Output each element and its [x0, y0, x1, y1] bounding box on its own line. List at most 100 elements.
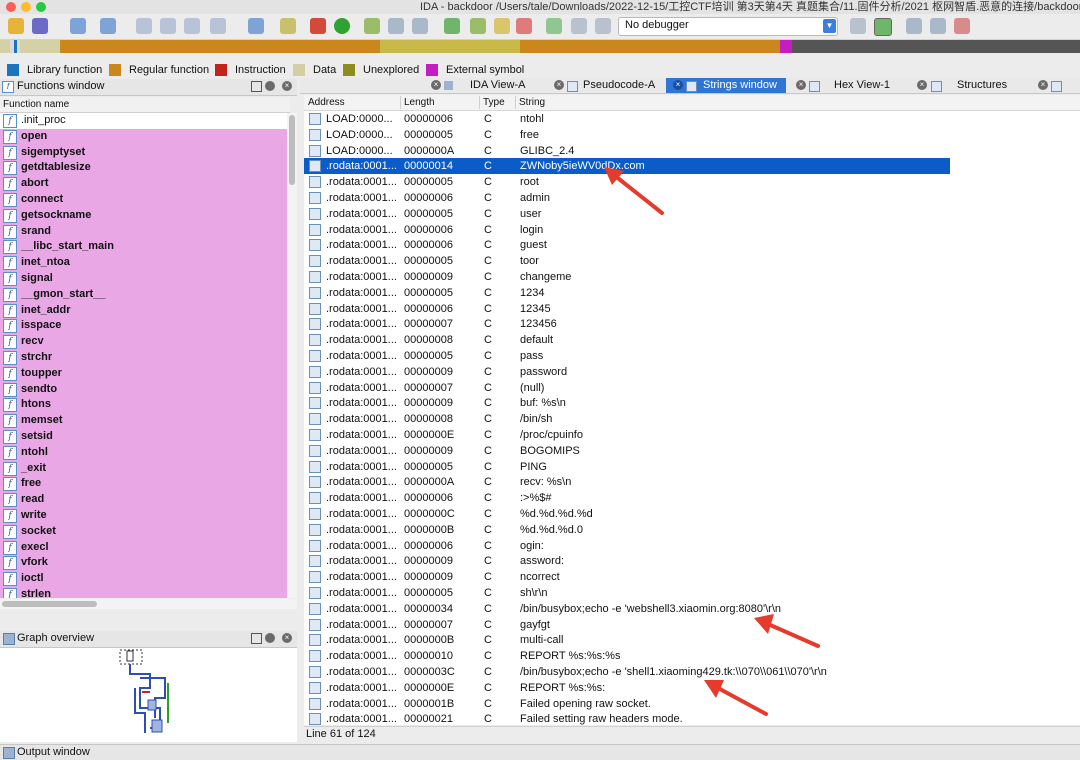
- function-row[interactable]: f free: [0, 476, 287, 493]
- tab-hex-view-1[interactable]: Hex View-1: [808, 78, 908, 93]
- text-icon[interactable]: [412, 18, 428, 34]
- tab-close-icon[interactable]: ×: [554, 80, 564, 90]
- string-row[interactable]: .rodata:0001... 00000009 Cncorrect: [304, 569, 950, 585]
- green-dot-icon[interactable]: [334, 18, 350, 34]
- function-row[interactable]: f ioctl: [0, 571, 287, 588]
- functions-horizontal-scrollbar[interactable]: [0, 599, 297, 609]
- forward-arrow-icon[interactable]: [100, 18, 116, 34]
- options-icon[interactable]: [906, 18, 922, 34]
- string-row[interactable]: .rodata:0001... 0000000A Crecv: %s\n: [304, 474, 950, 490]
- string-row[interactable]: .rodata:0001... 0000000C C %d.%d.%d.%d: [304, 506, 950, 522]
- open-file-icon[interactable]: [8, 18, 24, 34]
- function-row[interactable]: f htons: [0, 397, 287, 414]
- functions-vertical-scrollbar[interactable]: [287, 113, 297, 598]
- string-row[interactable]: .rodata:0001... 0000000B Cmulti-call: [304, 632, 950, 648]
- attach-icon[interactable]: [850, 18, 866, 34]
- string-row[interactable]: .rodata:0001... 00000005 C 1234: [304, 285, 950, 301]
- add-icon[interactable]: [364, 18, 380, 34]
- column-divider[interactable]: [400, 96, 401, 109]
- function-row[interactable]: f ntohl: [0, 444, 287, 461]
- jump-icon[interactable]: [136, 18, 152, 34]
- debugger-select[interactable]: No debugger ▼: [618, 17, 838, 36]
- column-type[interactable]: Type: [483, 96, 505, 109]
- maximize-icon[interactable]: [251, 633, 262, 644]
- string-row[interactable]: LOAD:0000... 00000005 Cfree: [304, 127, 950, 143]
- string-row[interactable]: .rodata:0001... 0000003C C/bin/busybox;ech…: [304, 664, 950, 680]
- function-row[interactable]: f vfork: [0, 555, 287, 572]
- function-row[interactable]: f sendto: [0, 381, 287, 398]
- string-row[interactable]: .rodata:0001... 00000006 Cogin:: [304, 538, 950, 554]
- enums-icon[interactable]: [1051, 81, 1062, 92]
- strings-table[interactable]: LOAD:0000... 00000006 Cntohl LOAD:0000... 00…: [304, 111, 1080, 725]
- scrollbar-thumb[interactable]: [289, 115, 295, 185]
- function-row[interactable]: f inet_ntoa: [0, 255, 287, 272]
- function-row[interactable]: f abort: [0, 176, 287, 193]
- save-icon[interactable]: [32, 18, 48, 34]
- string-row[interactable]: .rodata:0001... 00000009 Cassword:: [304, 553, 950, 569]
- function-row[interactable]: f .init_proc: [0, 113, 287, 129]
- edit-icon[interactable]: [280, 18, 296, 34]
- restore-icon[interactable]: [265, 633, 275, 643]
- column-address[interactable]: Address: [308, 96, 345, 109]
- function-row[interactable]: f read: [0, 492, 287, 509]
- string-row[interactable]: .rodata:0001... 00000005 Ctoor: [304, 253, 950, 269]
- column-divider[interactable]: [479, 96, 480, 109]
- string-row[interactable]: .rodata:0001... 00000034 C/bin/busybox;ech…: [304, 601, 950, 617]
- tab-close-icon[interactable]: ×: [431, 80, 441, 90]
- string-row[interactable]: .rodata:0001... 00000021 C Failed setting r…: [304, 711, 950, 725]
- string-row[interactable]: .rodata:0001... 00000009 Cchangeme: [304, 269, 950, 285]
- function-row[interactable]: f connect: [0, 192, 287, 208]
- column-divider[interactable]: [515, 96, 516, 109]
- function-row[interactable]: f __gmon_start__: [0, 286, 287, 303]
- breakpoint-add-icon[interactable]: [470, 18, 486, 34]
- string-row[interactable]: .rodata:0001... 00000007 Cgayfgt: [304, 617, 950, 633]
- function-row[interactable]: f toupper: [0, 365, 287, 382]
- string-row[interactable]: .rodata:0001... 0000000E C REPORT %s:%s:: [304, 680, 950, 696]
- string-row[interactable]: .rodata:0001... 00000005 Csh\r\n: [304, 585, 950, 601]
- down-arrow-icon[interactable]: [248, 18, 264, 34]
- string-row[interactable]: .rodata:0001... 00000005 C PING: [304, 459, 950, 475]
- plugin-icon[interactable]: [930, 18, 946, 34]
- output-window-header[interactable]: Output window: [0, 744, 1080, 760]
- function-row[interactable]: f _exit: [0, 460, 287, 477]
- close-icon[interactable]: ×: [282, 81, 292, 91]
- function-row[interactable]: f isspace: [0, 318, 287, 335]
- string-row[interactable]: .rodata:0001... 00000006 Cguest: [304, 237, 950, 253]
- refresh-icon[interactable]: [874, 18, 892, 36]
- search-text-icon[interactable]: [184, 18, 200, 34]
- close-window-button[interactable]: [6, 2, 16, 12]
- function-row[interactable]: f signal: [0, 271, 287, 287]
- function-row[interactable]: f socket: [0, 523, 287, 540]
- zoom-window-button[interactable]: [36, 2, 46, 12]
- string-row[interactable]: .rodata:0001... 00000006 C:>%$#: [304, 490, 950, 506]
- function-row[interactable]: f recv: [0, 334, 287, 351]
- string-row[interactable]: .rodata:0001... 0000001B C Failed opening r…: [304, 696, 950, 712]
- string-row[interactable]: .rodata:0001... 00000007 C 123456: [304, 316, 950, 332]
- string-row[interactable]: .rodata:0001... 0000000E C/proc/cpuinfo: [304, 427, 950, 443]
- debug-icon[interactable]: [444, 18, 460, 34]
- column-length[interactable]: Length: [404, 96, 435, 109]
- function-row[interactable]: f write: [0, 508, 287, 524]
- search-binary-icon[interactable]: [210, 18, 226, 34]
- function-row[interactable]: f strlen: [0, 587, 287, 598]
- string-row[interactable]: LOAD:0000... 00000006 Cntohl: [304, 111, 950, 127]
- back-arrow-icon[interactable]: [70, 18, 86, 34]
- function-row[interactable]: f memset: [0, 413, 287, 430]
- breakpoint-list-icon[interactable]: [494, 18, 510, 34]
- delete-icon[interactable]: [516, 18, 532, 34]
- column-string[interactable]: String: [519, 96, 545, 109]
- string-row[interactable]: .rodata:0001... 00000008 Cdefault: [304, 332, 950, 348]
- warning-icon[interactable]: [310, 18, 326, 34]
- function-row[interactable]: f execl: [0, 539, 287, 556]
- string-row[interactable]: .rodata:0001... 00000009 C BOGOMIPS: [304, 443, 950, 459]
- string-row[interactable]: .rodata:0001... 00000009 Cbuf: %s\n: [304, 395, 950, 411]
- close-icon[interactable]: ×: [282, 633, 292, 643]
- tab-structures[interactable]: Structures: [930, 78, 1030, 93]
- string-row[interactable]: .rodata:0001... 00000010 C REPORT %s:%s:%s: [304, 648, 950, 664]
- tab-close-icon[interactable]: ×: [673, 80, 683, 90]
- function-icon[interactable]: [388, 18, 404, 34]
- tab-ida-view-a[interactable]: IDA View-A: [444, 78, 556, 93]
- string-row[interactable]: .rodata:0001... 00000008 C/bin/sh: [304, 411, 950, 427]
- tool-icon[interactable]: [954, 18, 970, 34]
- string-row[interactable]: LOAD:0000... 0000000A C GLIBC_2.4: [304, 143, 950, 159]
